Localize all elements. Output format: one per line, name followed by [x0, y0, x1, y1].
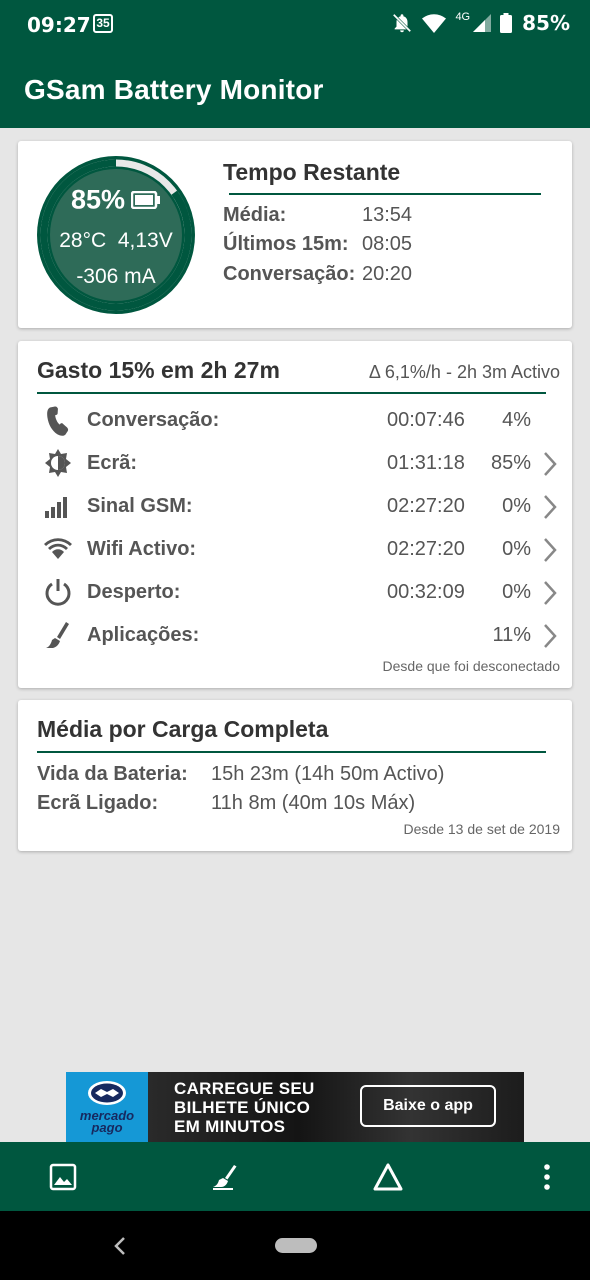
- ad-banner[interactable]: mercado pago CARREGUE SEU BILHETE ÚNICO E…: [66, 1072, 524, 1142]
- time-remaining-title: Tempo Restante: [223, 159, 401, 185]
- usage-label: Wifi Activo:: [87, 538, 197, 560]
- status-time: 09:27: [27, 13, 91, 37]
- phone-icon: [47, 406, 69, 436]
- usage-time: 02:27:20: [387, 495, 465, 517]
- full-charge-card[interactable]: Média por Carga Completa Vida da Bateria…: [18, 700, 572, 851]
- broom-icon[interactable]: [207, 1159, 243, 1195]
- app-bar: GSam Battery Monitor: [0, 50, 590, 128]
- image-icon[interactable]: [45, 1159, 81, 1195]
- gauge-voltage: 4,13V: [117, 229, 173, 252]
- usage-percent: 0%: [502, 581, 531, 603]
- usage-time: 01:31:18: [387, 452, 465, 474]
- usage-footer: Desde que foi desconectado: [382, 658, 560, 674]
- usage-label: Ecrã:: [87, 452, 138, 474]
- full-charge-title: Média por Carga Completa: [37, 716, 329, 742]
- usage-label: Desperto:: [87, 581, 181, 603]
- ad-headline-line: CARREGUE SEU: [174, 1079, 315, 1098]
- ad-headline-line: EM MINUTOS: [174, 1117, 286, 1136]
- usage-label: Aplicações:: [87, 624, 200, 646]
- chevron-right-icon: [544, 581, 557, 605]
- ad-headline-line: BILHETE ÚNICO: [174, 1098, 311, 1117]
- notification-badge: 35: [93, 14, 113, 33]
- battery-charging-icon: [131, 190, 161, 209]
- row-label: Média:: [223, 204, 287, 226]
- usage-label: Sinal GSM:: [87, 495, 193, 517]
- back-icon[interactable]: [112, 1235, 128, 1257]
- chevron-right-icon: [544, 624, 557, 648]
- usage-row-wifi[interactable]: Wifi Activo: 02:27:20 0%: [18, 530, 572, 570]
- ad-cta-button[interactable]: Baixe o app: [360, 1085, 496, 1127]
- row-value: 13:54: [362, 204, 413, 226]
- ad-brand: mercado pago: [66, 1109, 148, 1135]
- usage-time: 00:32:09: [387, 581, 465, 603]
- row-value: 15h 23m (14h 50m Activo): [211, 763, 445, 785]
- more-vert-icon[interactable]: [529, 1159, 565, 1195]
- chevron-right-icon: [544, 495, 557, 519]
- usage-percent: 11%: [492, 624, 531, 646]
- usage-percent: 0%: [502, 538, 531, 560]
- mercado-pago-logo: mercado pago: [66, 1072, 148, 1142]
- divider: [229, 193, 541, 195]
- wifi-icon: [44, 538, 72, 559]
- chevron-right-icon: [544, 538, 557, 562]
- bottom-toolbar: [0, 1142, 590, 1211]
- usage-percent: 0%: [502, 495, 531, 517]
- usage-row-awake[interactable]: Desperto: 00:32:09 0%: [18, 573, 572, 613]
- ad-headline: CARREGUE SEU BILHETE ÚNICO EM MINUTOS: [174, 1079, 315, 1136]
- network-type: 4G: [455, 11, 471, 23]
- status-bar: 09:27 35 4G 85%: [0, 0, 590, 50]
- wifi-icon: [422, 14, 447, 34]
- usage-percent: 85%: [490, 452, 531, 474]
- chevron-right-icon: [544, 452, 557, 476]
- row-value: 11h 8m (40m 10s Máx): [211, 792, 416, 814]
- usage-rate: Δ 6,1%/h - 2h 3m Activo: [368, 362, 560, 382]
- gauge-temp-voltage: 28°C 4,13V: [36, 229, 196, 253]
- gauge-temperature: 28°C: [59, 229, 107, 252]
- usage-time: 00:07:46: [387, 409, 465, 431]
- broom-icon: [46, 622, 69, 648]
- ad-brand-line2: pago: [91, 1120, 123, 1135]
- row-label: Vida da Bateria:: [37, 763, 188, 785]
- gauge-percent-row: 85%: [36, 183, 196, 215]
- usage-row-apps[interactable]: Aplicações: 11%: [18, 616, 572, 656]
- usage-percent: 4%: [502, 409, 531, 431]
- usage-row-call[interactable]: Conversação: 00:07:46 4%: [18, 401, 572, 441]
- usage-card: Gasto 15% em 2h 27m Δ 6,1%/h - 2h 3m Act…: [18, 341, 572, 688]
- row-value: 08:05: [362, 233, 413, 255]
- signal-icon: [473, 14, 492, 32]
- row-label: Ecrã Ligado:: [37, 792, 159, 814]
- row-label: Conversação:: [223, 263, 356, 285]
- summary-card[interactable]: 85% 28°C 4,13V -306 mA Tempo Restante Mé…: [18, 141, 572, 328]
- power-icon: [45, 579, 71, 606]
- row-label: Últimos 15m:: [223, 233, 349, 255]
- signal-bars-icon: [45, 497, 67, 518]
- home-pill[interactable]: [275, 1238, 317, 1253]
- system-nav-bar: [0, 1211, 590, 1280]
- divider: [37, 751, 546, 753]
- usage-row-screen[interactable]: Ecrã: 01:31:18 85%: [18, 444, 572, 484]
- brightness-icon: [45, 449, 71, 477]
- battery-icon: [500, 13, 513, 33]
- app-title: GSam Battery Monitor: [24, 74, 324, 105]
- status-battery-percent: 85%: [522, 11, 570, 35]
- gauge-readout: 85% 28°C 4,13V -306 mA: [36, 155, 196, 315]
- divider: [37, 392, 546, 394]
- handshake-icon: [88, 1081, 126, 1105]
- usage-row-gsm[interactable]: Sinal GSM: 02:27:20 0%: [18, 487, 572, 527]
- gauge-percent: 85%: [70, 184, 126, 215]
- mute-icon: [393, 13, 412, 33]
- gauge-current: -306 mA: [76, 265, 156, 288]
- usage-label: Conversação:: [87, 409, 220, 431]
- row-value: 20:20: [362, 263, 413, 285]
- full-charge-footer: Desde 13 de set de 2019: [403, 821, 560, 837]
- usage-title: Gasto 15% em 2h 27m: [37, 357, 280, 383]
- triangle-icon[interactable]: [370, 1159, 406, 1195]
- usage-time: 02:27:20: [387, 538, 465, 560]
